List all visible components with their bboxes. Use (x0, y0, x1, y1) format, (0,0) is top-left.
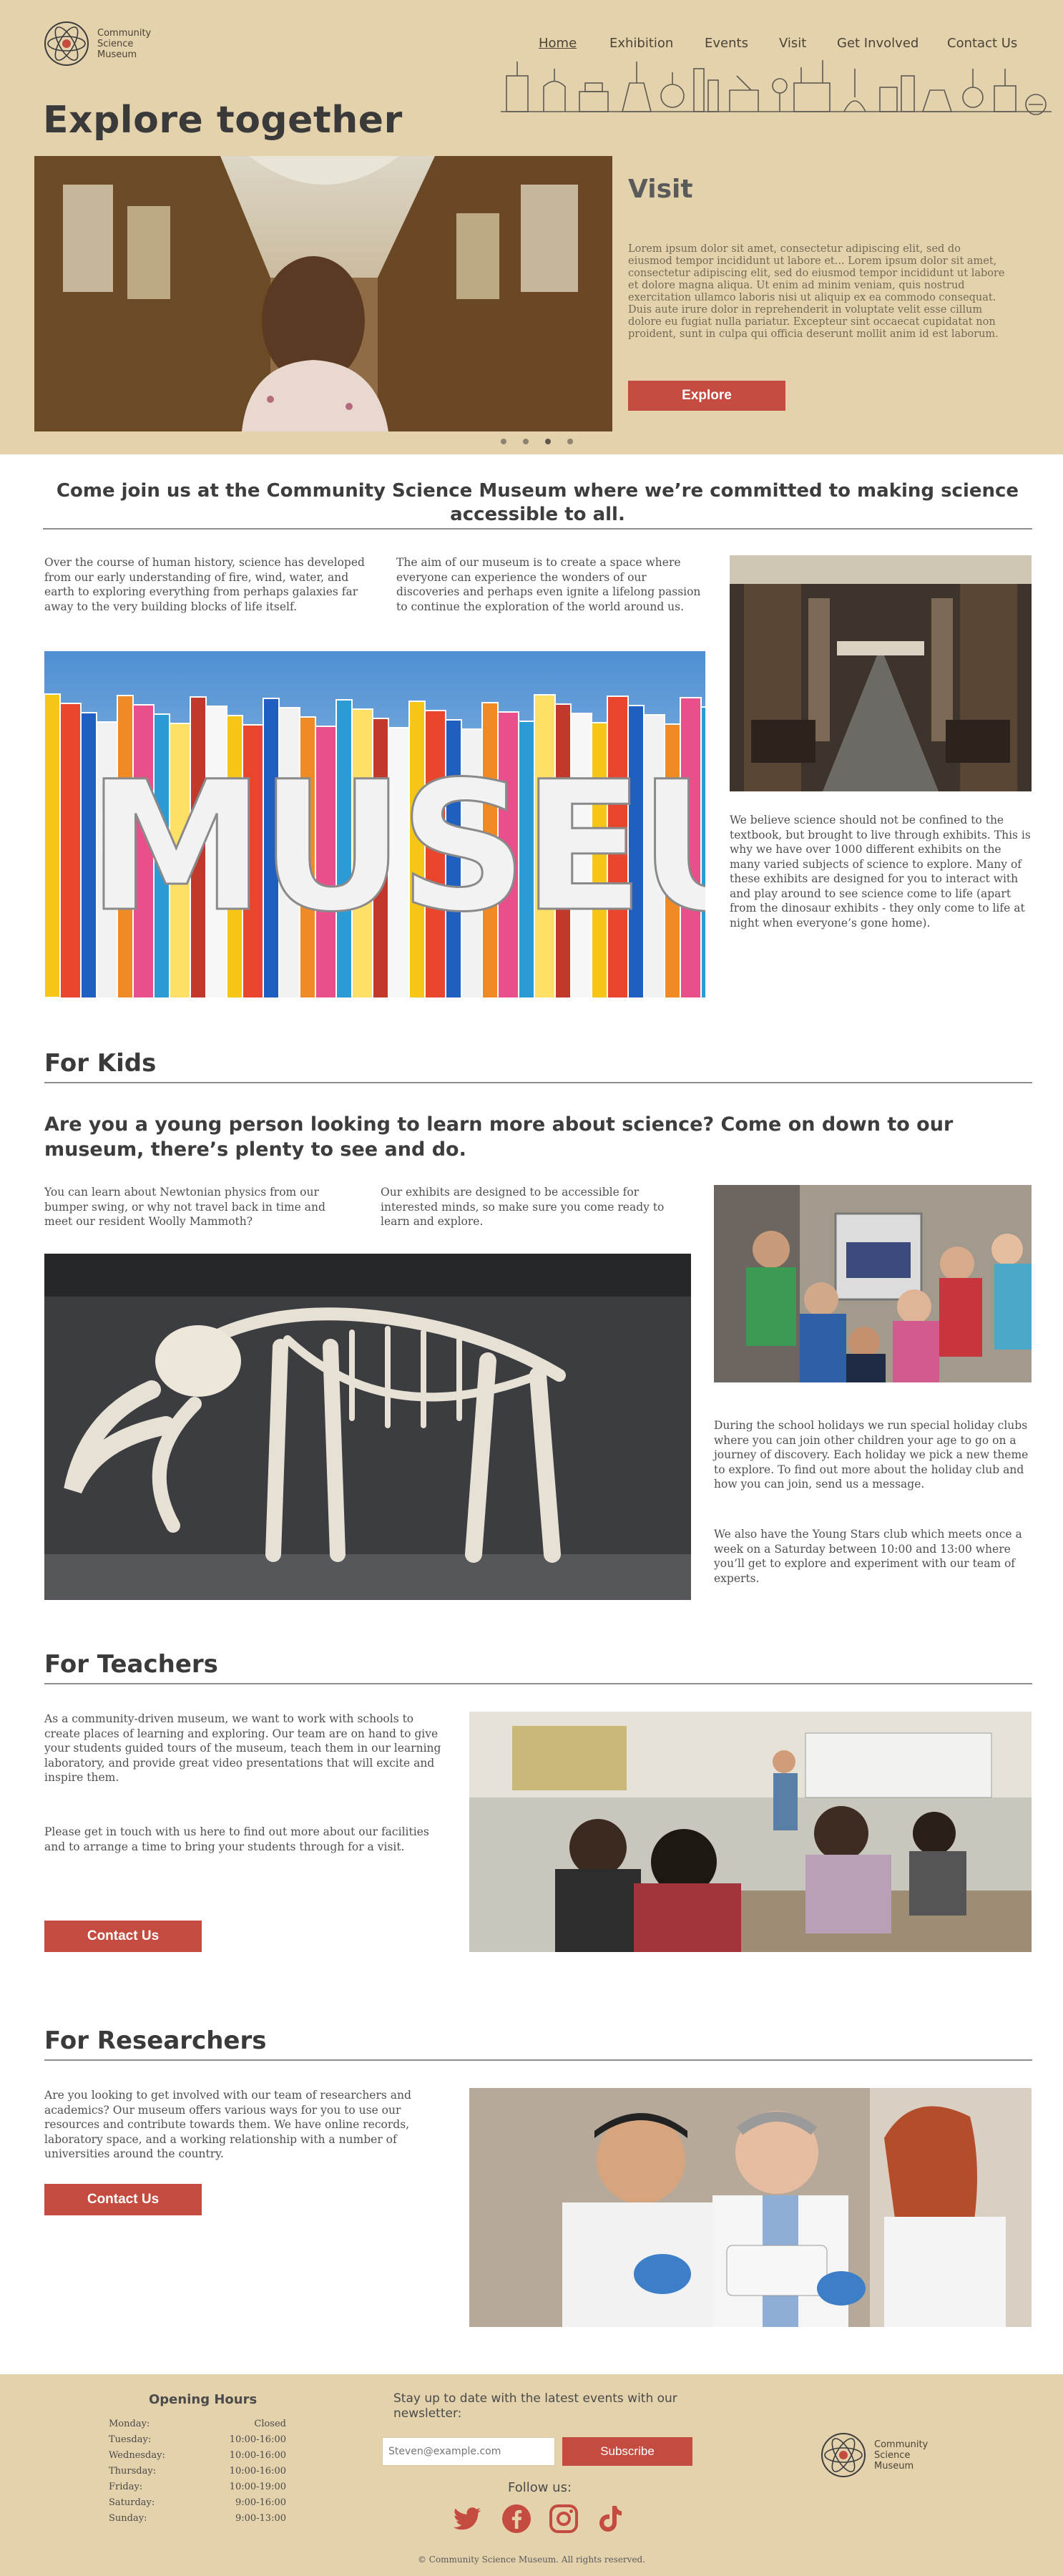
hours-time: 10:00-16:00 (229, 2450, 286, 2461)
students-classroom-image (469, 1712, 1032, 1952)
hours-time: 10:00-16:00 (229, 2434, 286, 2445)
twitter-icon[interactable] (452, 2503, 484, 2534)
intro-paragraph-3: We believe science should not be confine… (730, 814, 1031, 930)
carousel-dot[interactable] (523, 439, 529, 444)
kids-paragraph-2: Our exhibits are designed to be accessib… (381, 1186, 665, 1228)
hours-row: Tuesday: 10:00-16:00 (109, 2434, 286, 2445)
logo-text: Community Science Museum (874, 2439, 939, 2472)
slide-text: Lorem ipsum dolor sit amet, consectetur … (628, 243, 1005, 340)
logo-line: Science (874, 2449, 911, 2461)
carousel-dots (501, 439, 573, 444)
nav-home[interactable]: Home (539, 36, 577, 51)
logo-line: Community (874, 2439, 929, 2450)
museum-sign-photo: MUSEUM (44, 651, 705, 997)
hours-row: Friday: 10:00-19:00 (109, 2482, 286, 2492)
kids-3d-printer-photo (714, 1185, 1032, 1382)
kids-paragraph-3: During the school holidays we run specia… (714, 1419, 1029, 1491)
hours-row: Wednesday: 10:00-16:00 (109, 2450, 286, 2461)
glass-stripe (44, 693, 61, 997)
newsletter-text: Stay up to date with the latest events w… (393, 2391, 677, 2421)
atom-logo-icon (821, 2433, 866, 2477)
museum-gallery-photo (730, 555, 1032, 791)
divider (44, 1683, 1032, 1684)
nav-contact-us[interactable]: Contact Us (947, 36, 1017, 51)
kids-watching-printer-image (714, 1185, 1032, 1382)
logo-line: Museum (874, 2460, 914, 2472)
mammoth-skeleton-image (44, 1254, 691, 1600)
intro-paragraph-1: Over the course of human history, scienc… (44, 556, 365, 613)
hours-day: Thursday: (109, 2466, 157, 2477)
hours-day: Sunday: (109, 2513, 147, 2524)
carousel-dot-active[interactable] (545, 439, 551, 444)
footer-logo[interactable]: Community Science Museum (820, 2431, 939, 2479)
explore-button[interactable]: Explore (628, 381, 785, 411)
woolly-mammoth-photo (44, 1254, 691, 1600)
kids-paragraph-1: You can learn about Newtonian physics fr… (44, 1186, 325, 1228)
hours-day: Tuesday: (109, 2434, 152, 2445)
facebook-icon[interactable] (501, 2503, 532, 2534)
hours-time: Closed (254, 2419, 286, 2429)
nav-exhibition[interactable]: Exhibition (609, 36, 673, 51)
hours-row: Monday: Closed (109, 2419, 286, 2429)
researchers-paragraph-1: Are you looking to get involved with our… (44, 2089, 411, 2160)
logo-line: Museum (97, 49, 137, 60)
hours-time: 9:00-16:00 (235, 2497, 286, 2508)
hours-time: 9:00-13:00 (235, 2513, 286, 2524)
hours-day: Friday: (109, 2482, 143, 2492)
divider (43, 528, 1032, 530)
nav-visit[interactable]: Visit (779, 36, 806, 51)
kids-section-title: For Kids (44, 1049, 157, 1078)
researchers-section-title: For Researchers (44, 2026, 267, 2055)
hours-row: Sunday: 9:00-13:00 (109, 2513, 286, 2524)
atom-logo-icon (44, 21, 89, 66)
hours-day: Wednesday: (109, 2450, 165, 2461)
kids-heading: Are you a young person looking to learn … (44, 1113, 954, 1161)
gallery-hall-image (730, 555, 1032, 791)
teachers-contact-button[interactable]: Contact Us (44, 1921, 202, 1952)
hours-time: 10:00-19:00 (229, 2482, 286, 2492)
carousel-dot[interactable] (567, 439, 573, 444)
divider (44, 2059, 1032, 2061)
kids-paragraph-4: We also have the Young Stars club which … (714, 1528, 1022, 1585)
arcade-hall-photo (34, 156, 612, 431)
logo-line: Community (97, 27, 152, 39)
logo-line: Science (97, 38, 134, 49)
lab-equipment-illustration (501, 60, 1052, 115)
teachers-paragraph-1: As a community-driven museum, we want to… (44, 1712, 441, 1784)
researchers-photo (469, 2088, 1032, 2327)
teachers-paragraph-2: Please get in touch with us here to find… (44, 1825, 429, 1853)
classroom-photo (469, 1712, 1032, 1952)
hours-day: Monday: (109, 2419, 150, 2429)
follow-us-label: Follow us: (508, 2480, 572, 2495)
glass-stripe (59, 703, 82, 997)
nav-events[interactable]: Events (705, 36, 748, 51)
newsletter-email-input[interactable] (382, 2437, 555, 2466)
hours-row: Thursday: 10:00-16:00 (109, 2466, 286, 2477)
hours-day: Saturday: (109, 2497, 155, 2508)
teachers-section-title: For Teachers (44, 1650, 218, 1679)
carousel-dot[interactable] (501, 439, 506, 444)
museum-sign-letters: MUSEUM (87, 743, 705, 951)
hours-row: Saturday: 9:00-16:00 (109, 2497, 286, 2508)
nav-get-involved[interactable]: Get Involved (837, 36, 919, 51)
opening-hours-title: Opening Hours (149, 2392, 258, 2407)
tiktok-icon[interactable] (595, 2503, 627, 2534)
copyright: © Community Science Museum. All rights r… (417, 2555, 646, 2565)
site-logo[interactable]: Community Science Museum (43, 20, 162, 67)
hero-title: Explore together (43, 99, 403, 142)
hero-carousel-image[interactable] (34, 156, 612, 431)
logo-text: Community Science Museum (97, 28, 162, 60)
scientists-tablet-image (469, 2088, 1032, 2327)
hours-time: 10:00-16:00 (229, 2466, 286, 2477)
instagram-icon[interactable] (548, 2503, 579, 2534)
slide-title: Visit (628, 175, 693, 204)
museum-sign-image: MUSEUM (44, 651, 705, 997)
researchers-contact-button[interactable]: Contact Us (44, 2184, 202, 2215)
intro-paragraph-2: The aim of our museum is to create a spa… (396, 556, 701, 613)
divider (44, 1082, 1032, 1083)
intro-heading: Come join us at the Community Science Mu… (56, 480, 1019, 525)
subscribe-button[interactable]: Subscribe (562, 2437, 692, 2466)
